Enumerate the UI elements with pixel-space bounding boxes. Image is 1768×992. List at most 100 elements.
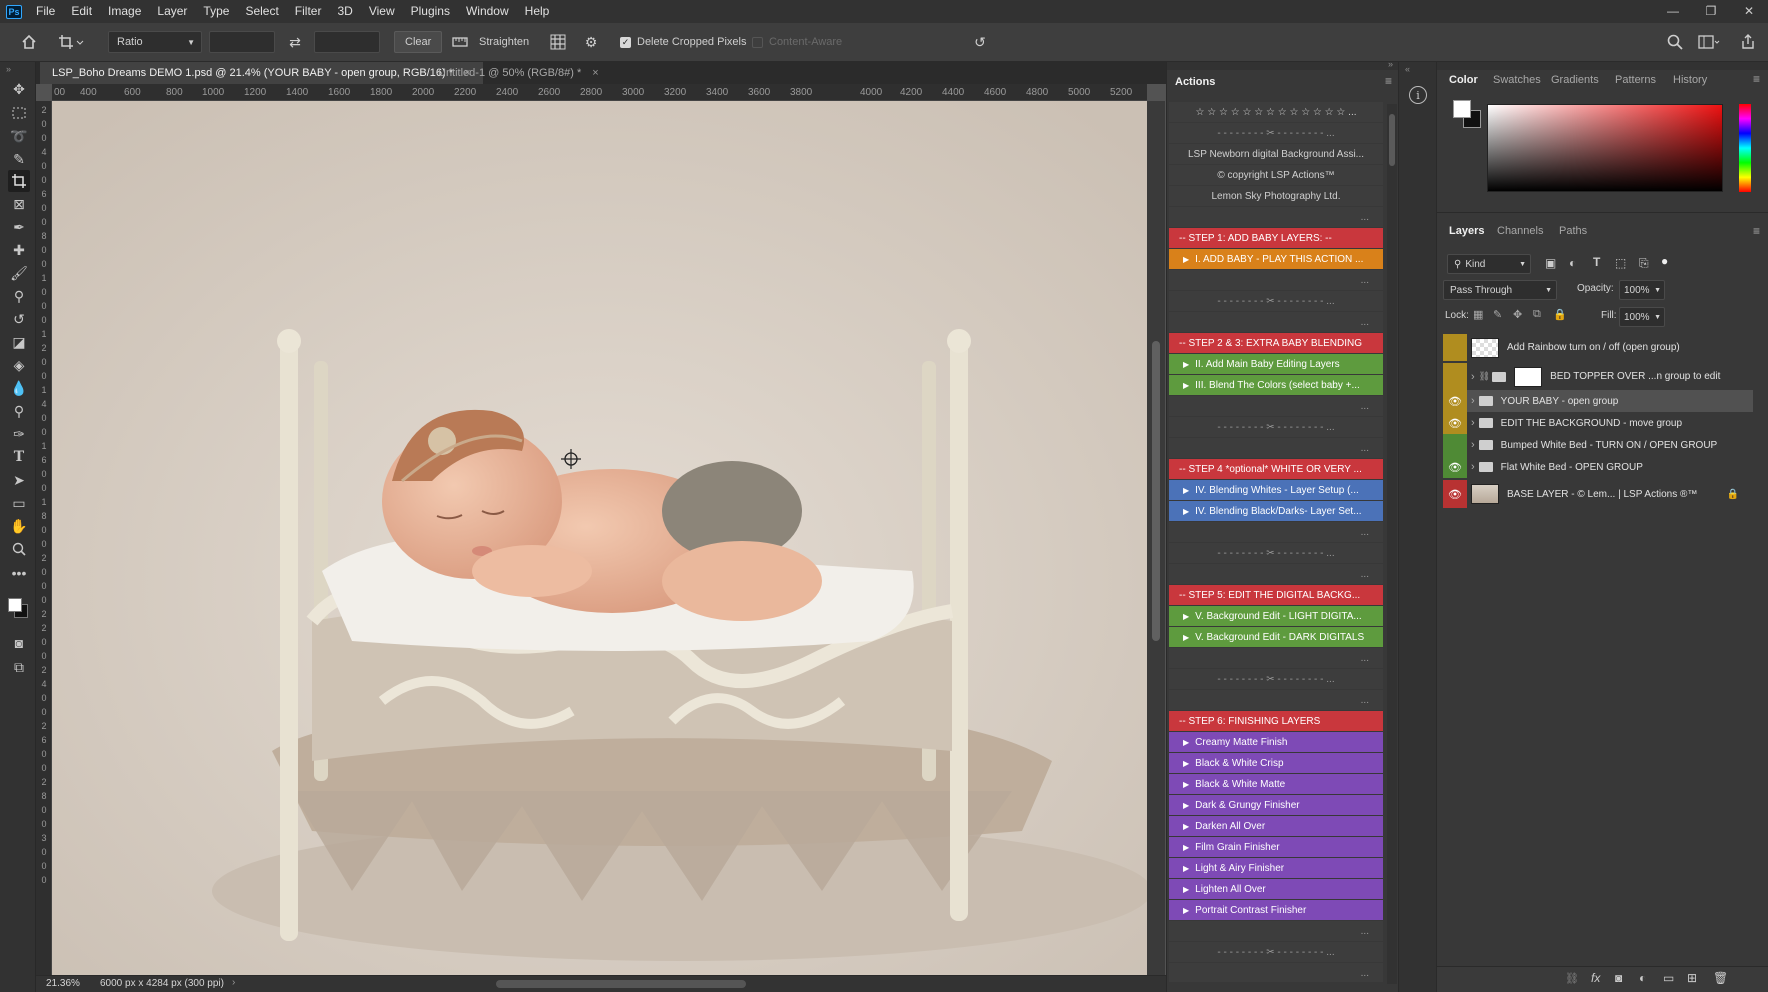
action-row[interactable]: ...	[1169, 312, 1383, 332]
action-row[interactable]: - - - - - - - - ✂ - - - - - - - - ...	[1169, 543, 1383, 563]
delete-layer-icon[interactable]: 🗑	[1713, 971, 1728, 985]
eraser-tool-icon[interactable]: ◪	[8, 331, 30, 353]
grid-overlay-icon[interactable]	[548, 31, 568, 53]
action-row[interactable]: ▶ I. ADD BABY - PLAY THIS ACTION ...	[1169, 249, 1383, 269]
action-row[interactable]: ...	[1169, 648, 1383, 668]
tab-swatches[interactable]: Swatches	[1493, 74, 1541, 86]
action-row[interactable]: ...	[1169, 396, 1383, 416]
layer-row[interactable]: 👁 › EDIT THE BACKGROUND - move group	[1443, 412, 1753, 434]
action-row[interactable]: ...	[1169, 921, 1383, 941]
layer-row[interactable]: Add Rainbow turn on / off (open group)	[1443, 334, 1753, 361]
action-row[interactable]: ▶ Portrait Contrast Finisher	[1169, 900, 1383, 920]
filter-pixel-icon[interactable]: ▣	[1545, 256, 1556, 270]
link-layers-icon[interactable]: ⛓	[1565, 972, 1579, 985]
action-row[interactable]: ▶ Darken All Over	[1169, 816, 1383, 836]
chevron-right-icon[interactable]: ›	[1471, 417, 1475, 429]
swap-icon[interactable]: ⇄	[286, 31, 304, 53]
tab-patterns[interactable]: Patterns	[1615, 74, 1656, 86]
restore-button[interactable]: ❐	[1692, 0, 1730, 23]
menu-layer[interactable]: Layer	[149, 0, 195, 23]
layer-row[interactable]: › Bumped White Bed - TURN ON / OPEN GROUP	[1443, 434, 1753, 456]
screen-mode-icon[interactable]: ⧉	[8, 656, 30, 678]
lasso-tool-icon[interactable]: ➰	[8, 125, 30, 147]
opacity-input[interactable]: 100% ▼	[1619, 280, 1665, 300]
color-swatches[interactable]	[6, 592, 32, 626]
eye-icon[interactable]: 👁	[1443, 390, 1467, 412]
action-row[interactable]: ...	[1169, 564, 1383, 584]
color-field[interactable]	[1487, 104, 1723, 192]
action-row[interactable]: ▶ Black & White Matte	[1169, 774, 1383, 794]
expand-arrows-icon[interactable]: «	[1405, 64, 1410, 74]
reset-icon[interactable]: ↺	[970, 31, 990, 53]
menu-help[interactable]: Help	[517, 0, 558, 23]
action-row[interactable]: ☆ ☆ ☆ ☆ ☆ ☆ ☆ ☆ ☆ ☆ ☆ ☆ ☆ ...	[1169, 102, 1383, 122]
hand-tool-icon[interactable]: ✋	[8, 515, 30, 537]
action-row[interactable]: LSP Newborn digital Background Assi...	[1169, 144, 1383, 164]
action-row[interactable]: ...	[1169, 207, 1383, 227]
layer-row[interactable]: › ⛓ BED TOPPER OVER ...n group to edit	[1443, 363, 1753, 390]
fill-input[interactable]: 100% ▼	[1619, 307, 1665, 327]
action-row[interactable]: ▶ Creamy Matte Finish	[1169, 732, 1383, 752]
fx-icon[interactable]: fx	[1591, 971, 1600, 985]
action-row[interactable]: ▶ Lighten All Over	[1169, 879, 1383, 899]
zoom-tool-icon[interactable]	[8, 538, 30, 560]
menu-filter[interactable]: Filter	[287, 0, 330, 23]
new-adjustment-icon[interactable]: ◐	[1639, 971, 1646, 985]
expand-triangle-icon[interactable]: ▶	[1183, 255, 1189, 264]
new-layer-icon[interactable]: ⊞	[1687, 971, 1697, 985]
action-row[interactable]: ▶ Black & White Crisp	[1169, 753, 1383, 773]
action-row[interactable]: - - - - - - - - ✂ - - - - - - - - ...	[1169, 942, 1383, 962]
lock-all-icon[interactable]: 🔒	[1553, 308, 1567, 321]
frame-tool-icon[interactable]: ⊠	[8, 193, 30, 215]
crop-preset-icon[interactable]	[58, 31, 88, 53]
search-icon[interactable]	[1665, 31, 1685, 53]
action-row[interactable]: - - - - - - - - ✂ - - - - - - - - ...	[1169, 417, 1383, 437]
brush-tool-icon[interactable]: 🖌	[8, 262, 30, 284]
expand-triangle-icon[interactable]: ▶	[1183, 360, 1189, 369]
add-mask-icon[interactable]: ◙	[1615, 971, 1622, 985]
menu-plugins[interactable]: Plugins	[403, 0, 458, 23]
straighten-icon[interactable]	[450, 31, 470, 53]
layer-row[interactable]: 👁 › YOUR BABY - open group	[1443, 390, 1753, 412]
expand-triangle-icon[interactable]: ▶	[1183, 759, 1189, 768]
fg-bg-color-picker[interactable]	[1453, 100, 1485, 132]
tab-actions[interactable]: Actions	[1175, 76, 1215, 88]
tab-color[interactable]: Color	[1449, 74, 1478, 86]
expand-triangle-icon[interactable]: ▶	[1183, 885, 1189, 894]
expand-triangle-icon[interactable]: ▶	[1183, 486, 1189, 495]
action-row[interactable]: ▶ V. Background Edit - LIGHT DIGITA...	[1169, 606, 1383, 626]
actions-scrollbar[interactable]	[1387, 104, 1397, 984]
action-row[interactable]: - - - - - - - - ✂ - - - - - - - - ...	[1169, 669, 1383, 689]
info-icon[interactable]: i	[1409, 86, 1427, 104]
content-aware-checkbox[interactable]: Content-Aware	[752, 31, 842, 53]
canvas-vertical-scrollbar[interactable]	[1147, 101, 1165, 975]
new-group-icon[interactable]: ▭	[1663, 971, 1674, 985]
layer-row[interactable]: 👁 › Flat White Bed - OPEN GROUP	[1443, 456, 1753, 478]
action-row[interactable]: ...	[1169, 438, 1383, 458]
expand-triangle-icon[interactable]: ▶	[1183, 633, 1189, 642]
chevron-right-icon[interactable]: ›	[1471, 395, 1475, 407]
tab-document-untitled[interactable]: Untitled-1 @ 50% (RGB/8#) * ×	[426, 62, 611, 84]
action-row[interactable]: ▶ Light & Airy Finisher	[1169, 858, 1383, 878]
menu-select[interactable]: Select	[237, 0, 286, 23]
foreground-color-swatch[interactable]	[1453, 100, 1471, 118]
action-row[interactable]: -- STEP 1: ADD BABY LAYERS: --	[1169, 228, 1383, 248]
menu-file[interactable]: File	[28, 0, 63, 23]
scrollbar-thumb[interactable]	[1152, 341, 1160, 641]
rectangle-tool-icon[interactable]: ▭	[8, 492, 30, 514]
expand-triangle-icon[interactable]: ▶	[1183, 738, 1189, 747]
action-row[interactable]: ...	[1169, 690, 1383, 710]
minimize-button[interactable]: —	[1654, 0, 1692, 23]
tab-document-main[interactable]: LSP_Boho Dreams DEMO 1.psd @ 21.4% (YOUR…	[40, 62, 483, 84]
more-tools-icon[interactable]: •••	[8, 562, 30, 584]
close-button[interactable]: ✕	[1730, 0, 1768, 23]
foreground-color-swatch[interactable]	[8, 598, 22, 612]
menu-view[interactable]: View	[361, 0, 403, 23]
ratio-width-input[interactable]	[209, 31, 275, 53]
expand-triangle-icon[interactable]: ▶	[1183, 612, 1189, 621]
document-canvas[interactable]	[52, 101, 1147, 975]
layer-row[interactable]: 👁 BASE LAYER - © Lem... | LSP Actions ®™ 🔒	[1443, 480, 1753, 508]
action-row[interactable]: ...	[1169, 522, 1383, 542]
chevron-right-icon[interactable]: ›	[1471, 461, 1475, 473]
hue-slider[interactable]	[1739, 104, 1751, 192]
